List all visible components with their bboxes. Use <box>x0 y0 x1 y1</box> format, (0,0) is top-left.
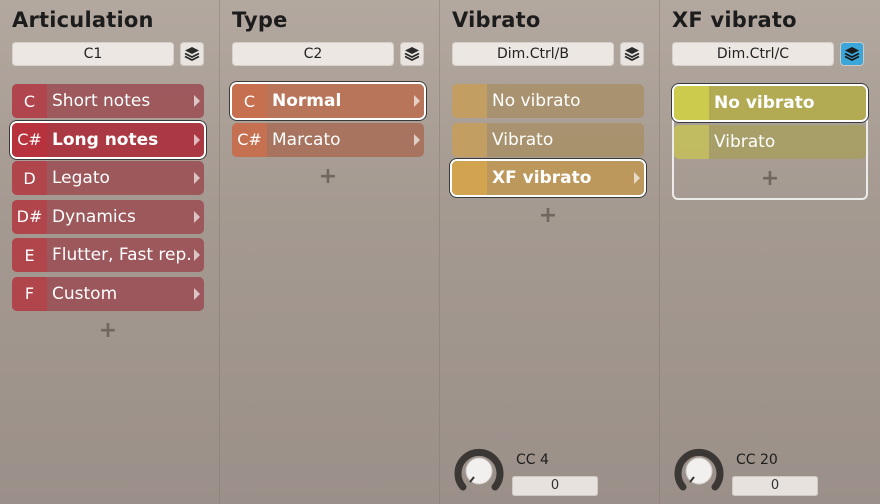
chevron-right-icon <box>194 133 200 146</box>
item-label: Short notes <box>52 91 151 111</box>
layers-button-active[interactable] <box>840 42 864 66</box>
layers-button[interactable] <box>400 42 424 66</box>
column-vibrato: Vibrato Dim.Ctrl/B No vibrato Vibrato XF… <box>439 0 659 504</box>
note-label <box>674 124 709 159</box>
item-label: Long notes <box>52 129 159 150</box>
layers-icon <box>844 47 860 62</box>
note-label <box>452 161 487 195</box>
item-label: Vibrato <box>714 131 776 152</box>
note-label: D# <box>12 199 47 234</box>
note-label <box>452 84 487 118</box>
list-item-selected[interactable]: No vibrato <box>674 86 866 120</box>
list-item-selected[interactable]: C Normal <box>232 84 424 118</box>
column-xf-vibrato: XF vibrato Dim.Ctrl/C No vibrato Vibrato… <box>659 0 880 504</box>
note-label: D <box>12 161 47 195</box>
note-label: E <box>12 238 47 272</box>
vibrato-list: No vibrato Vibrato XF vibrato + <box>452 84 644 232</box>
add-item-button[interactable]: + <box>232 161 424 193</box>
item-label: No vibrato <box>492 91 581 111</box>
item-label: Normal <box>272 91 342 111</box>
knob-icon[interactable] <box>454 445 504 495</box>
note-label: C# <box>12 122 47 157</box>
chevron-right-icon <box>414 133 420 146</box>
add-item-button[interactable]: + <box>674 163 866 195</box>
chevron-right-icon <box>414 95 420 107</box>
xf-vibrato-group: No vibrato Vibrato + <box>672 84 868 200</box>
chevron-right-icon <box>634 172 640 184</box>
column-title: Articulation <box>12 8 154 32</box>
list-item[interactable]: Vibrato <box>674 124 866 159</box>
layers-button[interactable] <box>180 42 204 66</box>
item-label: Marcato <box>272 129 341 150</box>
column-articulation: Articulation C1 C Short notes C# Long no… <box>0 0 220 504</box>
column-title: Type <box>232 8 288 32</box>
list-item[interactable]: No vibrato <box>452 84 644 118</box>
note-label: C# <box>232 122 267 157</box>
add-item-button[interactable]: + <box>12 315 204 347</box>
list-item[interactable]: D# Dynamics <box>12 199 204 234</box>
column-type: Type C2 C Normal C# Marcato + <box>219 0 439 504</box>
key-selector[interactable]: Dim.Ctrl/C <box>672 42 834 66</box>
note-label <box>452 122 487 157</box>
list-item[interactable]: C# Marcato <box>232 122 424 157</box>
column-title: Vibrato <box>452 8 541 32</box>
note-label: C <box>12 84 47 118</box>
key-selector[interactable]: C2 <box>232 42 394 66</box>
list-item[interactable]: F Custom <box>12 276 204 311</box>
list-item[interactable]: D Legato <box>12 161 204 195</box>
item-label: Custom <box>52 283 118 304</box>
list-item[interactable]: C Short notes <box>12 84 204 118</box>
list-item-selected[interactable]: XF vibrato <box>452 161 644 195</box>
cc-label: CC 4 <box>516 452 549 468</box>
cc-value-field[interactable]: 0 <box>732 476 818 496</box>
xf-vibrato-list: No vibrato Vibrato + <box>674 86 866 195</box>
layers-button[interactable] <box>620 42 644 66</box>
chevron-right-icon <box>194 287 200 300</box>
cc-label: CC 20 <box>736 452 778 468</box>
type-list: C Normal C# Marcato + <box>232 84 424 193</box>
articulation-list: C Short notes C# Long notes D Legato D# … <box>12 84 204 347</box>
chevron-right-icon <box>194 95 200 107</box>
note-label: C <box>232 84 267 118</box>
layers-icon <box>184 47 200 62</box>
item-label: Legato <box>52 168 110 188</box>
item-label: Vibrato <box>492 129 554 150</box>
knob-icon[interactable] <box>674 445 724 495</box>
item-label: No vibrato <box>714 93 815 113</box>
chevron-right-icon <box>194 249 200 261</box>
layers-icon <box>624 47 640 62</box>
note-label: F <box>12 276 47 311</box>
item-label: Dynamics <box>52 206 136 227</box>
cc-value-field[interactable]: 0 <box>512 476 598 496</box>
articulation-editor: Articulation C1 C Short notes C# Long no… <box>0 0 880 504</box>
chevron-right-icon <box>194 210 200 223</box>
key-selector[interactable]: C1 <box>12 42 174 66</box>
list-item[interactable]: Vibrato <box>452 122 644 157</box>
layers-icon <box>404 47 420 62</box>
item-label: Flutter, Fast rep. <box>52 245 192 265</box>
column-title: XF vibrato <box>672 8 797 32</box>
note-label <box>674 86 709 120</box>
list-item-selected[interactable]: C# Long notes <box>12 122 204 157</box>
item-label: XF vibrato <box>492 168 592 188</box>
list-item[interactable]: E Flutter, Fast rep. <box>12 238 204 272</box>
key-selector[interactable]: Dim.Ctrl/B <box>452 42 614 66</box>
add-item-button[interactable]: + <box>452 200 644 232</box>
chevron-right-icon <box>194 172 200 184</box>
